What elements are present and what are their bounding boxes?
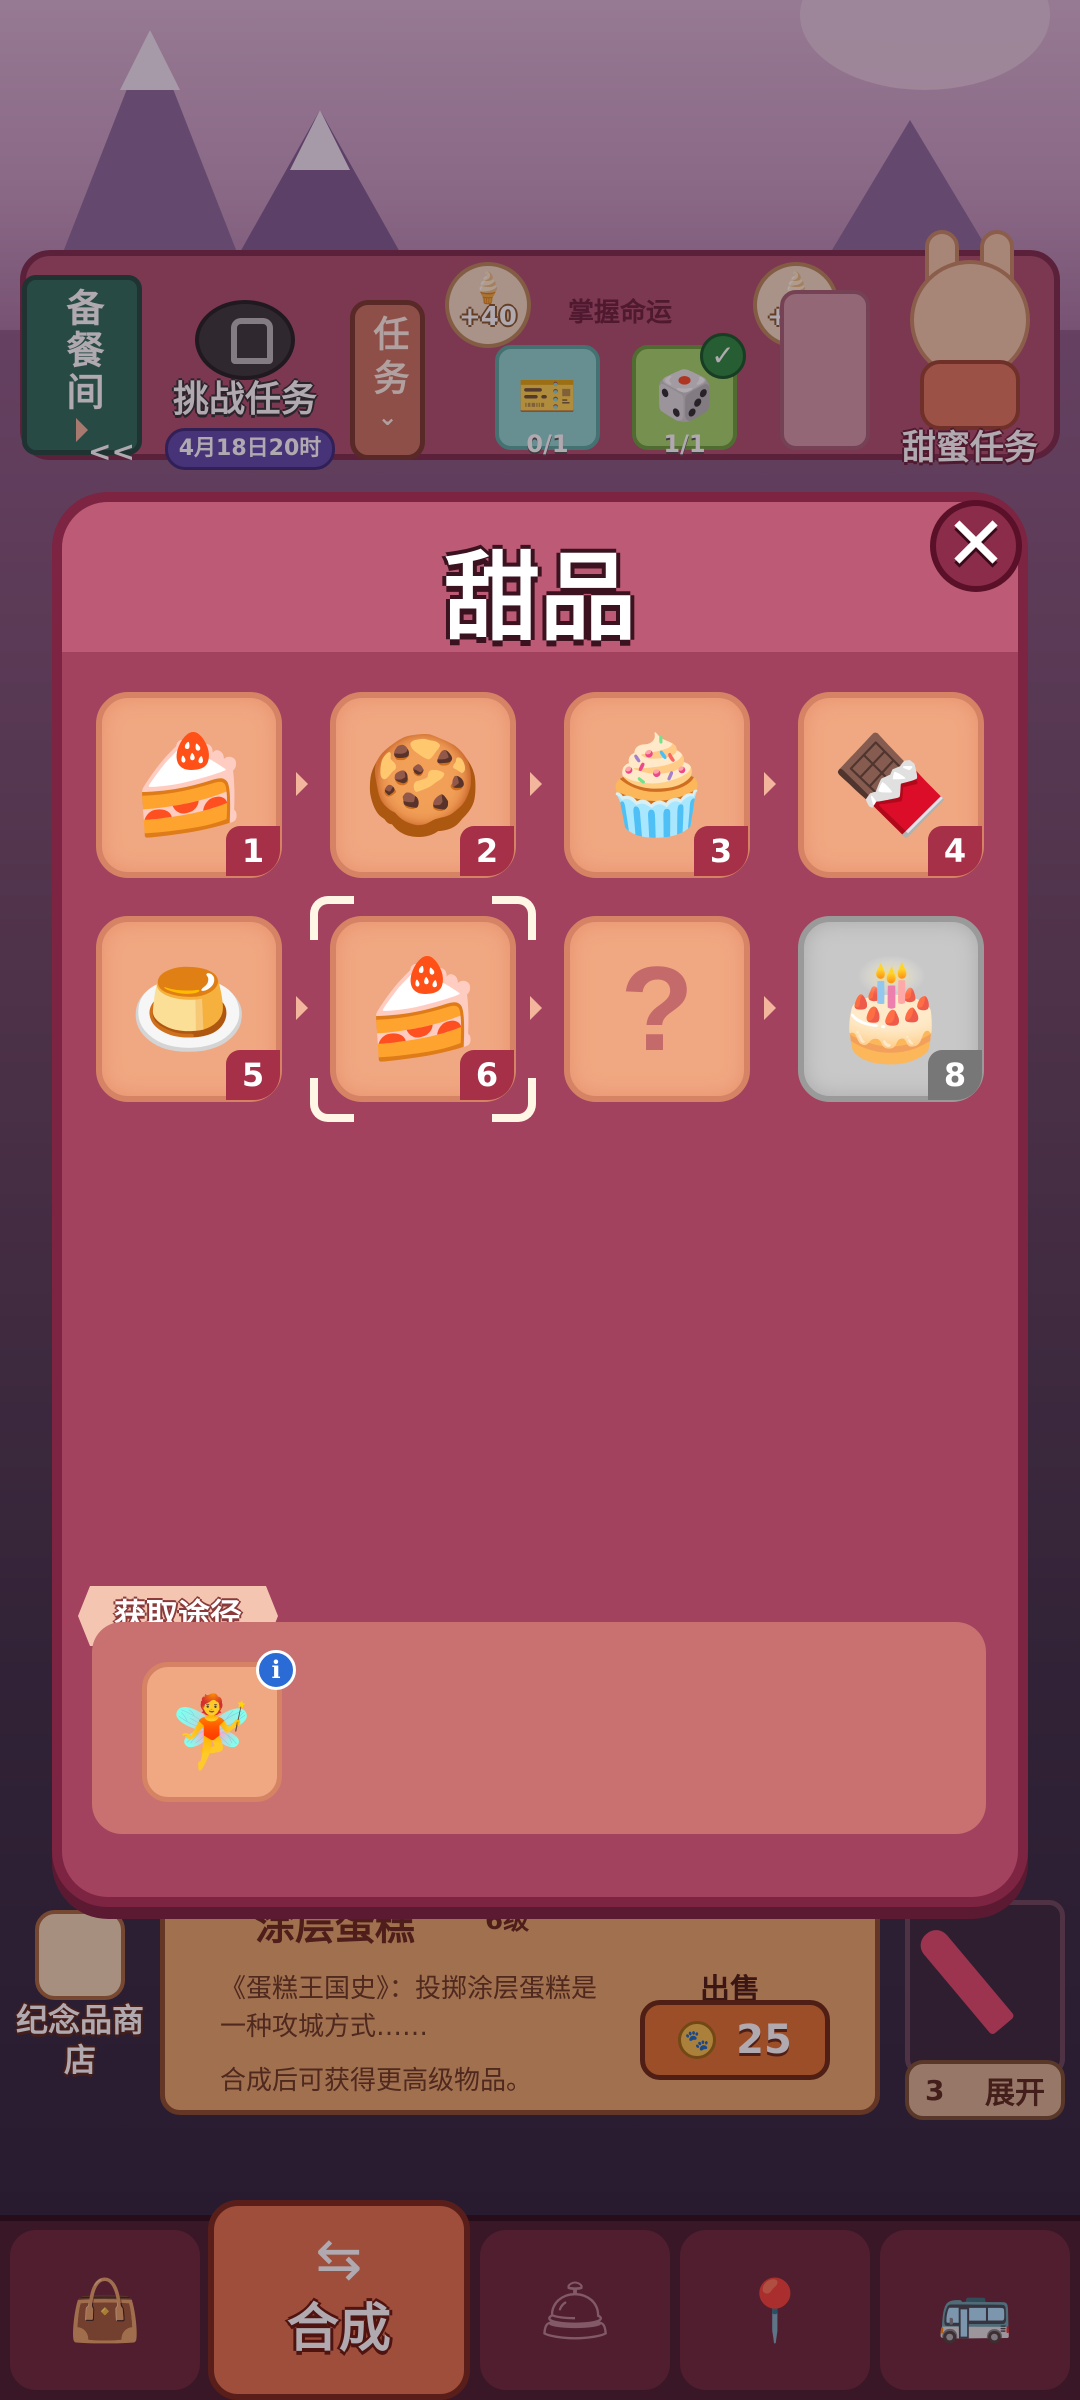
level-badge: 4 — [928, 826, 982, 876]
selection-corner — [310, 896, 354, 940]
dessert-tile-3[interactable]: 🧁 3 — [564, 692, 750, 878]
info-icon[interactable]: i — [256, 1650, 296, 1690]
selection-corner — [492, 896, 536, 940]
dessert-tile-5[interactable]: 🍮 5 — [96, 916, 282, 1102]
question-mark-icon: ? — [620, 942, 694, 1076]
level-badge: 5 — [226, 1050, 280, 1100]
dialog-title: 甜品 — [444, 542, 636, 654]
level-badge: 3 — [694, 826, 748, 876]
chain-arrow-icon — [530, 772, 542, 796]
close-button[interactable]: ✕ — [930, 500, 1022, 592]
selection-corner — [492, 1078, 536, 1122]
dessert-tile-8[interactable]: 🎂 8 — [798, 916, 984, 1102]
dessert-tile-2[interactable]: 🍪 2 — [330, 692, 516, 878]
chain-arrow-icon — [296, 996, 308, 1020]
fairy-icon: 🧚 — [168, 1690, 256, 1773]
level-badge: 2 — [460, 826, 514, 876]
dessert-tile-6[interactable]: 🍰 6 — [330, 916, 516, 1102]
selection-corner — [310, 1078, 354, 1122]
chain-arrow-icon — [296, 772, 308, 796]
dessert-tile-7[interactable]: ? — [564, 916, 750, 1102]
dessert-tile-4[interactable]: 🍫 4 — [798, 692, 984, 878]
chain-arrow-icon — [764, 772, 776, 796]
level-badge: 8 — [928, 1050, 982, 1100]
level-badge: 1 — [226, 826, 280, 876]
chain-arrow-icon — [764, 996, 776, 1020]
chain-arrow-icon — [530, 996, 542, 1020]
dessert-tile-1[interactable]: 🍰 1 — [96, 692, 282, 878]
